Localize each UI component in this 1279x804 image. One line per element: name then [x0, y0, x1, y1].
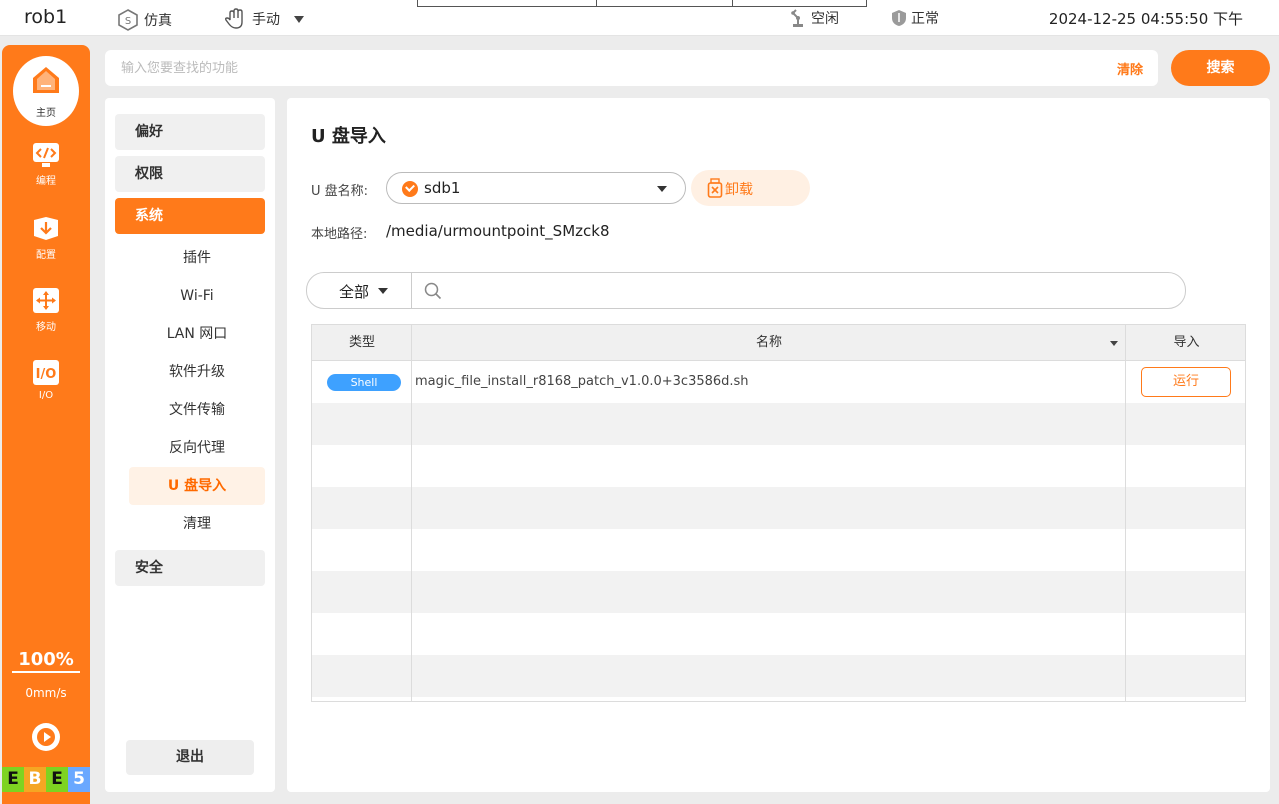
column-header-import: 导入 [1173, 335, 1200, 350]
run-button[interactable]: 运行 [1141, 367, 1231, 397]
nav-io[interactable]: I/O I/O [2, 360, 90, 418]
window-fragment [417, 0, 867, 7]
search-input[interactable] [121, 50, 1101, 86]
submenu-usb-import[interactable]: U 盘导入 [129, 467, 265, 505]
datetime: 2024-12-25 04:55:50 下午 [1048, 10, 1243, 28]
shield-icon [892, 10, 906, 26]
nav-io-label: I/O [38, 390, 54, 401]
nav-program-label: 编程 [36, 176, 56, 187]
file-name: magic_file_install_r8168_patch_v1.0.0+3c… [415, 374, 749, 389]
simulation-label: 仿真 [144, 13, 172, 29]
code-icon [33, 143, 59, 167]
table-row-empty [312, 403, 1245, 445]
usb-device-value: sdb1 [424, 179, 461, 197]
sidebar: 主页 编程 配置 移动 I/O I/O 100% 0mm/s E B E 5 [2, 45, 90, 804]
robot-state: 空闲 [789, 8, 839, 28]
menu-preferences[interactable]: 偏好 [115, 114, 265, 150]
chevron-down-icon [657, 186, 667, 192]
nav-move-label: 移动 [36, 322, 56, 333]
status-strip: E B E 5 [2, 767, 90, 804]
column-divider [411, 325, 412, 701]
check-circle-icon [402, 181, 418, 197]
robot-arm-icon [791, 9, 803, 27]
config-icon [34, 217, 58, 240]
robot-state-label: 空闲 [811, 11, 839, 27]
simulation-toggle[interactable]: S 仿真 [116, 8, 172, 32]
file-filter-bar: 全部 [306, 272, 1186, 309]
svg-text:S: S [125, 16, 131, 27]
home-icon [33, 67, 59, 93]
play-icon [37, 728, 55, 746]
search-button[interactable]: 搜索 [1171, 50, 1270, 86]
submenu-wifi[interactable]: Wi-Fi [129, 277, 265, 315]
local-path-label: 本地路径: [311, 227, 368, 242]
unmount-label: 卸载 [725, 182, 753, 198]
sort-icon [1110, 341, 1118, 346]
hand-icon [224, 8, 243, 29]
simulation-icon: S [118, 9, 138, 31]
safety-state-label: 正常 [911, 11, 939, 27]
clear-button[interactable]: 清除 [1117, 59, 1143, 78]
mode-label: 手动 [252, 12, 280, 28]
status-letter-b: B [24, 767, 46, 792]
logout-button[interactable]: 退出 [126, 740, 254, 775]
column-header-name-label: 名称 [755, 335, 782, 350]
status-letter-e2: E [46, 767, 68, 792]
unmount-button[interactable]: 卸载 [691, 170, 810, 206]
column-divider [1125, 325, 1126, 701]
play-button[interactable] [32, 723, 60, 751]
usb-device-select[interactable]: sdb1 [386, 172, 686, 204]
nav-program[interactable]: 编程 [2, 142, 90, 200]
chevron-down-icon [378, 288, 388, 294]
move-icon [33, 288, 59, 313]
chevron-down-icon [294, 15, 304, 23]
nav-config[interactable]: 配置 [2, 216, 90, 274]
local-path-value: /media/urmountpoint_SMzck8 [386, 222, 610, 240]
usb-eject-icon [707, 178, 723, 198]
mode-dropdown[interactable]: 手动 [224, 8, 304, 30]
top-bar: rob1 S 仿真 手动 空闲 正常 2024-12-25 04:55:50 下… [0, 0, 1279, 36]
status-letter-5: 5 [68, 767, 90, 792]
submenu-file-transfer[interactable]: 文件传输 [129, 391, 265, 429]
settings-menu: 偏好 权限 系统 插件 Wi-Fi LAN 网口 软件升级 文件传输 反向代理 … [105, 98, 275, 792]
usb-import-panel: U 盘导入 U 盘名称: sdb1 卸载 本地路径: /media/urmoun… [287, 98, 1270, 792]
page-title: U 盘导入 [311, 126, 386, 147]
submenu-software-upgrade[interactable]: 软件升级 [129, 353, 265, 391]
search-icon [424, 282, 442, 300]
menu-system[interactable]: 系统 [115, 198, 265, 234]
table-row-empty [312, 571, 1245, 613]
status-letter-e1: E [2, 767, 24, 792]
table-row-empty [312, 655, 1245, 697]
io-icon: I/O [33, 360, 59, 385]
file-type-badge: Shell [327, 374, 401, 391]
speed-percent[interactable]: 100% [12, 649, 80, 673]
submenu-lan[interactable]: LAN 网口 [129, 315, 265, 353]
menu-security[interactable]: 安全 [115, 550, 265, 586]
submenu-plugins[interactable]: 插件 [129, 239, 265, 277]
speed-value: 0mm/s [25, 686, 67, 700]
table-header: 类型 名称 导入 [312, 325, 1245, 361]
file-search-input[interactable] [447, 275, 1167, 306]
nav-move[interactable]: 移动 [2, 288, 90, 346]
category-dropdown[interactable]: 全部 [307, 273, 412, 308]
file-table: 类型 名称 导入 Shell magic_file_install_r8168_… [311, 324, 1246, 702]
column-header-name[interactable]: 名称 [412, 325, 1126, 361]
nav-home-label: 主页 [36, 108, 56, 119]
svg-text:I/O: I/O [36, 367, 57, 382]
table-row: Shell magic_file_install_r8168_patch_v1.… [312, 361, 1245, 403]
column-header-type: 类型 [348, 335, 375, 350]
submenu-reverse-proxy[interactable]: 反向代理 [129, 429, 265, 467]
menu-permissions[interactable]: 权限 [115, 156, 265, 192]
usb-name-label: U 盘名称: [311, 184, 369, 199]
table-row-empty [312, 487, 1245, 529]
category-label: 全部 [339, 283, 370, 301]
function-search: 清除 [105, 50, 1158, 86]
safety-state: 正常 [891, 8, 939, 28]
robot-name: rob1 [24, 6, 68, 28]
nav-config-label: 配置 [36, 250, 56, 261]
nav-home[interactable]: 主页 [13, 56, 79, 126]
submenu-cleanup[interactable]: 清理 [129, 505, 265, 543]
